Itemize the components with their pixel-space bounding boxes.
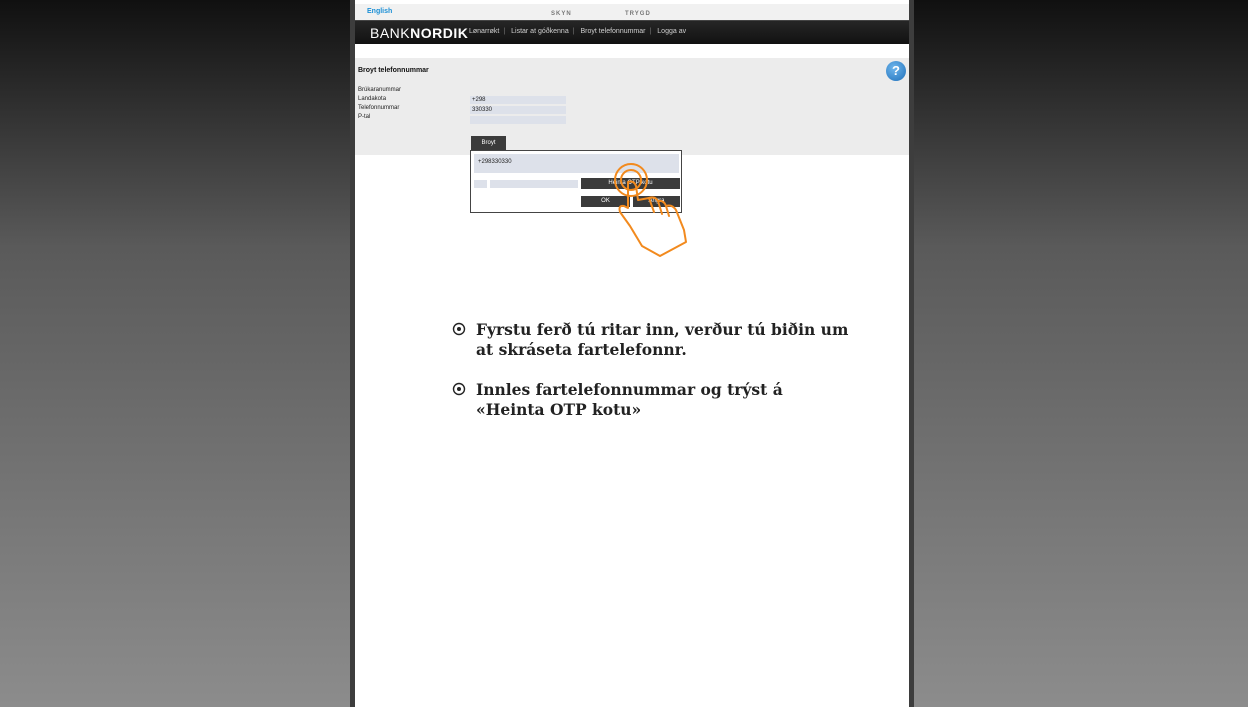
nav-item-logga-av[interactable]: Logga av	[657, 28, 686, 35]
help-icon[interactable]: ?	[886, 61, 906, 81]
field-label-landakota: Landakota	[358, 96, 387, 102]
hand-pointer-icon	[614, 163, 687, 257]
bullet-circle-icon	[452, 322, 466, 336]
bullet-circle-icon	[452, 382, 466, 396]
background-right	[914, 0, 1248, 707]
instruction-text: Innles fartelefonnummar og trýst á «Hein…	[476, 380, 783, 419]
instruction-list: Fyrstu ferð tú ritar inn, verður tú biði…	[452, 320, 852, 440]
instruction-item: Fyrstu ferð tú ritar inn, verður tú biði…	[452, 320, 852, 360]
nav-item-broyt-telefonnummar[interactable]: Broyt telefonnummar	[581, 28, 646, 35]
language-link[interactable]: English	[367, 8, 392, 15]
form-panel: Broyt telefonnummar ? Brúkaranummar Land…	[355, 58, 909, 155]
nav-menu: Lønarrøkt | Listar at góðkenna | Broyt tel…	[469, 28, 687, 35]
otp-prefix-input[interactable]	[474, 180, 487, 188]
otp-code-input[interactable]	[490, 180, 578, 188]
navbar: BANKNORDIK Lønarrøkt | Listar at góðkenna…	[355, 20, 909, 44]
skyn-link[interactable]: SKYN	[551, 11, 572, 17]
trygd-link[interactable]: TRYGD	[625, 11, 651, 17]
background-left	[0, 0, 350, 707]
field-label-ptal: P-tal	[358, 114, 371, 120]
tab-broyt[interactable]: Broyt	[471, 136, 506, 150]
ptal-field[interactable]	[470, 116, 566, 124]
telefonnummar-field[interactable]: 330330	[470, 106, 566, 114]
frame-border-right	[909, 0, 914, 707]
landakota-field[interactable]: +298	[470, 96, 566, 104]
nav-item-lonarrokt[interactable]: Lønarrøkt	[469, 28, 499, 35]
instruction-item: Innles fartelefonnummar og trýst á «Hein…	[452, 380, 852, 420]
nav-item-listar[interactable]: Listar at góðkenna	[511, 28, 569, 35]
top-strip: English SKYN TRYGD	[355, 4, 909, 20]
page-title: Broyt telefonnummar	[358, 67, 429, 74]
field-label-brukaranummar: Brúkaranummar	[358, 87, 402, 93]
instruction-text: Fyrstu ferð tú ritar inn, verður tú biði…	[476, 320, 849, 359]
field-label-telefonnummar: Telefonnummar	[358, 105, 400, 111]
bank-logo[interactable]: BANKNORDIK	[370, 25, 468, 41]
